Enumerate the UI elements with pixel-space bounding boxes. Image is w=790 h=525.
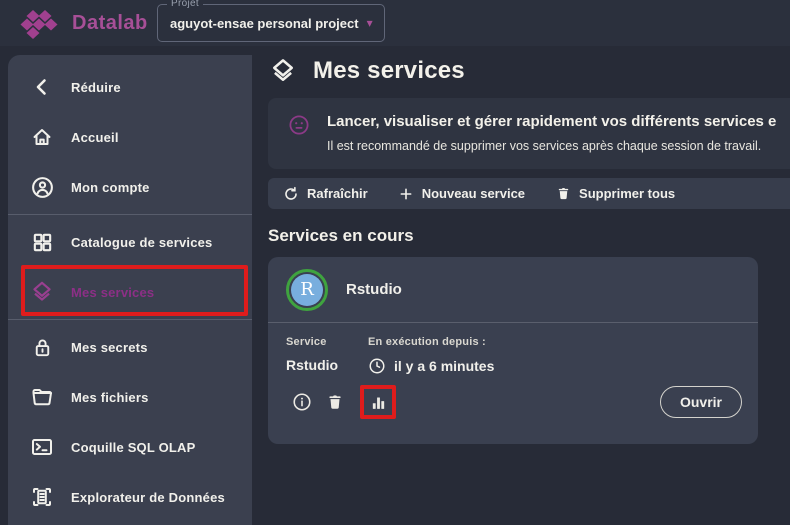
info-icon[interactable] <box>292 392 312 412</box>
sidebar-item-explorateur[interactable]: Explorateur de Données <box>8 472 252 522</box>
service-card-actions: Ouvrir <box>268 375 758 419</box>
folder-icon <box>29 384 55 410</box>
open-button[interactable]: Ouvrir <box>660 386 742 418</box>
project-selector[interactable]: Projet aguyot-ensae personal project ▾ <box>157 4 385 42</box>
chart-icon[interactable] <box>369 393 387 411</box>
project-selector-label: Projet <box>167 0 203 9</box>
running-since-label: En exécution depuis : <box>368 336 494 348</box>
sidebar-item-accueil[interactable]: Accueil <box>8 112 252 162</box>
sidebar-item-label: Catalogue de services <box>71 235 213 250</box>
info-banner: Lancer, visualiser et gérer rapidement v… <box>268 98 790 169</box>
brand[interactable]: Datalab <box>18 8 148 39</box>
service-field-label: Service <box>286 336 368 348</box>
sidebar-item-label: Accueil <box>71 130 119 145</box>
sidebar-divider <box>8 319 252 320</box>
sidebar-item-label: Explorateur de Données <box>71 490 225 505</box>
trash-icon <box>555 186 571 202</box>
services-layers-icon <box>268 56 298 86</box>
sidebar-item-coquille-sql[interactable]: Coquille SQL OLAP <box>8 422 252 472</box>
catalog-grid-icon <box>29 229 55 255</box>
banner-subtext: Il est recommandé de supprimer vos servi… <box>327 139 776 153</box>
service-card-rstudio: R Rstudio Service Rstudio En exécution d… <box>268 257 758 444</box>
refresh-button[interactable]: Rafraîchir <box>283 186 368 202</box>
running-since-value: il y a 6 minutes <box>368 357 494 375</box>
topbar: Datalab Projet aguyot-ensae personal pro… <box>0 0 790 46</box>
service-field: Service Rstudio <box>286 336 368 375</box>
rstudio-logo: R <box>286 269 328 311</box>
data-explorer-icon <box>29 484 55 510</box>
running-since-text: il y a 6 minutes <box>394 358 494 374</box>
refresh-icon <box>283 186 299 202</box>
sidebar-item-label: Mes fichiers <box>71 390 149 405</box>
service-card-header: R Rstudio <box>268 257 758 322</box>
services-toolbar: Rafraîchir Nouveau service Supprimer tou… <box>268 178 790 209</box>
project-selector-value: aguyot-ensae personal project <box>170 16 359 31</box>
service-card-details: Service Rstudio En exécution depuis : il… <box>268 323 758 375</box>
new-service-button[interactable]: Nouveau service <box>398 186 525 202</box>
rstudio-logo-letter: R <box>291 274 323 306</box>
banner-text: Lancer, visualiser et gérer rapidement v… <box>327 113 776 169</box>
service-name: Rstudio <box>346 281 402 298</box>
plus-icon <box>398 186 414 202</box>
sidebar-item-label: Réduire <box>71 80 121 95</box>
sidebar-item-mes-secrets[interactable]: Mes secrets <box>8 322 252 372</box>
sidebar-divider <box>8 214 252 215</box>
datalab-app: Datalab Projet aguyot-ensae personal pro… <box>0 0 790 525</box>
trash-icon[interactable] <box>325 392 345 412</box>
section-heading: Services en cours <box>268 226 414 246</box>
sidebar-item-reduire[interactable]: Réduire <box>8 62 252 112</box>
banner-headline: Lancer, visualiser et gérer rapidement v… <box>327 113 776 130</box>
delete-all-button[interactable]: Supprimer tous <box>555 186 675 202</box>
sidebar-item-label: Mes services <box>71 285 154 300</box>
services-layers-icon <box>29 279 55 305</box>
datalab-logo-icon <box>18 8 58 39</box>
sidebar-item-label: Coquille SQL OLAP <box>71 440 196 455</box>
refresh-label: Rafraîchir <box>307 186 368 201</box>
delete-all-label: Supprimer tous <box>579 186 675 201</box>
chevron-down-icon: ▾ <box>367 17 373 29</box>
sidebar-item-catalogue[interactable]: Catalogue de services <box>8 217 252 267</box>
brand-name: Datalab <box>72 12 148 35</box>
terminal-icon <box>29 434 55 460</box>
sidebar-item-label: Mes secrets <box>71 340 148 355</box>
account-icon <box>29 174 55 200</box>
service-field-value: Rstudio <box>286 357 368 373</box>
annotation-box-chart-icon <box>360 385 396 419</box>
clock-icon <box>368 357 386 375</box>
sidebar-item-mes-fichiers[interactable]: Mes fichiers <box>8 372 252 422</box>
lock-icon <box>29 334 55 360</box>
home-icon <box>29 124 55 150</box>
page-title-text: Mes services <box>313 57 465 85</box>
sidebar: Réduire Accueil Mon compte Catalogue de … <box>8 55 252 525</box>
sidebar-item-label: Mon compte <box>71 180 150 195</box>
new-service-label: Nouveau service <box>422 186 525 201</box>
smiley-icon <box>288 114 310 136</box>
page-title: Mes services <box>268 56 465 86</box>
running-since-field: En exécution depuis : il y a 6 minutes <box>368 336 494 375</box>
sidebar-item-mes-services[interactable]: Mes services <box>8 267 252 317</box>
chevron-left-icon <box>29 74 55 100</box>
sidebar-item-mon-compte[interactable]: Mon compte <box>8 162 252 212</box>
